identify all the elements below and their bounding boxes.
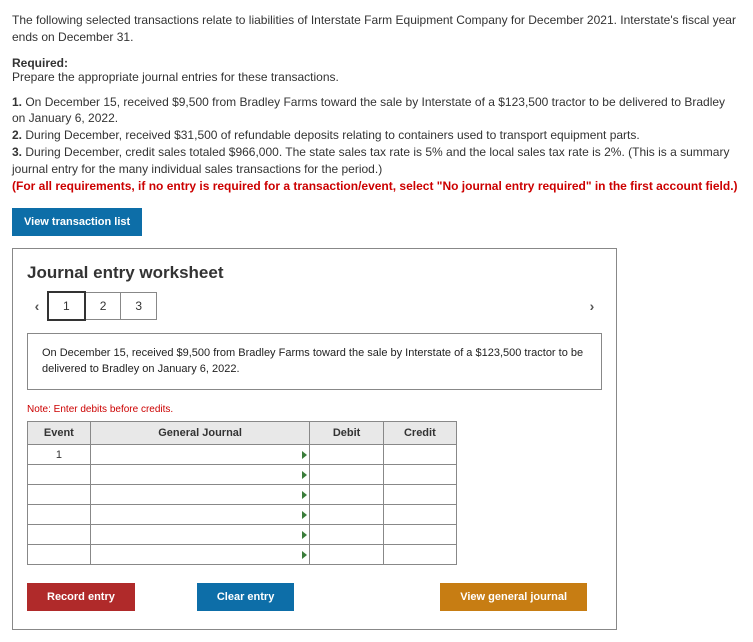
worksheet-title: Journal entry worksheet <box>27 263 602 283</box>
header-event: Event <box>28 422 91 445</box>
event-cell[interactable] <box>28 525 91 545</box>
debit-cell[interactable] <box>310 545 383 565</box>
button-row: Record entry Clear entry View general jo… <box>27 583 587 611</box>
credit-cell[interactable] <box>383 505 456 525</box>
tabs-row: ‹ 1 2 3 › <box>27 291 602 321</box>
clear-entry-button[interactable]: Clear entry <box>197 583 294 611</box>
chevron-left-icon[interactable]: ‹ <box>27 298 47 314</box>
dropdown-icon <box>302 551 307 559</box>
table-row <box>28 545 457 565</box>
requirement-item-2: 2. During December, received $31,500 of … <box>12 127 741 144</box>
item-text: During December, credit sales totaled $9… <box>12 145 729 176</box>
debit-cell[interactable] <box>310 505 383 525</box>
table-row: 1 <box>28 445 457 465</box>
debits-note: Note: Enter debits before credits. <box>27 404 602 415</box>
dropdown-icon <box>302 471 307 479</box>
tab-2[interactable]: 2 <box>85 292 122 320</box>
event-cell[interactable] <box>28 485 91 505</box>
chevron-right-icon[interactable]: › <box>582 298 602 314</box>
table-row <box>28 465 457 485</box>
journal-table: Event General Journal Debit Credit 1 <box>27 421 457 565</box>
header-general-journal: General Journal <box>90 422 310 445</box>
view-transaction-list-button[interactable]: View transaction list <box>12 208 142 236</box>
dropdown-icon <box>302 451 307 459</box>
credit-cell[interactable] <box>383 445 456 465</box>
tab-3[interactable]: 3 <box>120 292 157 320</box>
credit-cell[interactable] <box>383 545 456 565</box>
header-debit: Debit <box>310 422 383 445</box>
table-row <box>28 485 457 505</box>
account-cell[interactable] <box>90 545 310 565</box>
header-credit: Credit <box>383 422 456 445</box>
credit-cell[interactable] <box>383 525 456 545</box>
dropdown-icon <box>302 531 307 539</box>
debit-cell[interactable] <box>310 485 383 505</box>
account-cell[interactable] <box>90 465 310 485</box>
debit-cell[interactable] <box>310 465 383 485</box>
table-row <box>28 505 457 525</box>
required-header: Required: <box>12 56 741 70</box>
transaction-description: On December 15, received $9,500 from Bra… <box>27 333 602 390</box>
debit-cell[interactable] <box>310 445 383 465</box>
account-cell[interactable] <box>90 505 310 525</box>
intro-text: The following selected transactions rela… <box>12 12 741 46</box>
item-text: On December 15, received $9,500 from Bra… <box>12 95 725 126</box>
table-row <box>28 525 457 545</box>
item-number: 2. <box>12 128 22 142</box>
requirement-item-3: 3. During December, credit sales totaled… <box>12 144 741 178</box>
item-text: During December, received $31,500 of ref… <box>22 128 640 142</box>
credit-cell[interactable] <box>383 465 456 485</box>
requirement-item-1: 1. On December 15, received $9,500 from … <box>12 94 741 128</box>
record-entry-button[interactable]: Record entry <box>27 583 135 611</box>
required-instruction: Prepare the appropriate journal entries … <box>12 70 741 84</box>
account-cell[interactable] <box>90 525 310 545</box>
event-cell[interactable] <box>28 505 91 525</box>
event-cell[interactable] <box>28 545 91 565</box>
journal-worksheet: Journal entry worksheet ‹ 1 2 3 › On Dec… <box>12 248 617 630</box>
instruction-note: (For all requirements, if no entry is re… <box>12 178 741 195</box>
debit-cell[interactable] <box>310 525 383 545</box>
dropdown-icon <box>302 491 307 499</box>
item-number: 3. <box>12 145 22 159</box>
event-cell[interactable] <box>28 465 91 485</box>
tab-1[interactable]: 1 <box>47 291 86 321</box>
account-cell[interactable] <box>90 445 310 465</box>
dropdown-icon <box>302 511 307 519</box>
account-cell[interactable] <box>90 485 310 505</box>
credit-cell[interactable] <box>383 485 456 505</box>
view-general-journal-button[interactable]: View general journal <box>440 583 587 611</box>
item-number: 1. <box>12 95 22 109</box>
event-cell: 1 <box>28 445 91 465</box>
